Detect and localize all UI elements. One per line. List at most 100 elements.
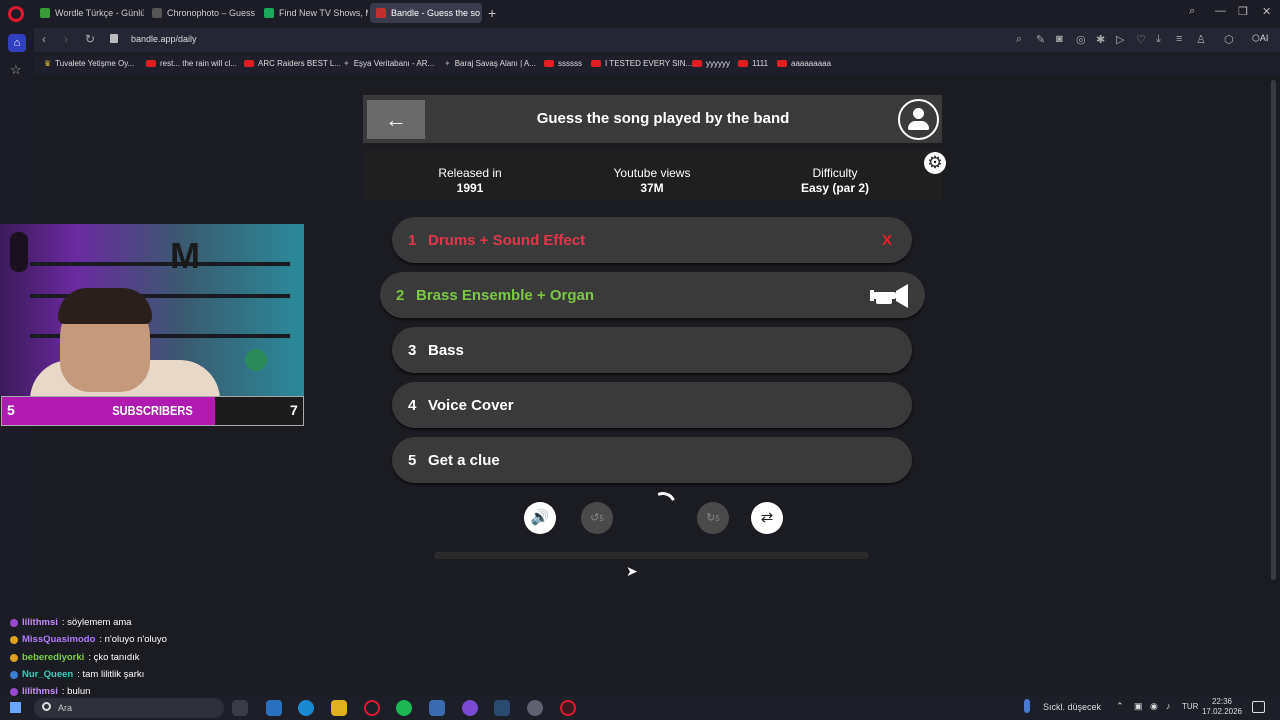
play-icon[interactable]: ▷: [1116, 33, 1124, 46]
clue-row-3[interactable]: 3 Bass: [392, 327, 912, 373]
ai-button[interactable]: ⬡AI: [1252, 33, 1268, 44]
youtube-icon: [692, 60, 702, 67]
steam-icon[interactable]: [494, 700, 510, 716]
figurine: [245, 349, 267, 371]
clue-label: Drums + Sound Effect: [428, 231, 586, 249]
clue-row-5[interactable]: 5 Get a clue: [392, 437, 912, 483]
close-icon[interactable]: ✕: [1262, 5, 1271, 18]
playback-progress-bar[interactable]: [434, 552, 869, 559]
bookmark-item[interactable]: ✦ Eşya Veritabanı - AR...: [343, 59, 434, 68]
download-icon[interactable]: ⤓: [1156, 33, 1161, 46]
windows-start-icon[interactable]: [10, 702, 21, 713]
menu-icon[interactable]: ≡: [1176, 33, 1182, 45]
forward-button[interactable]: ↻5: [697, 502, 729, 534]
opera-gx-icon[interactable]: [364, 700, 380, 716]
site-icon: ✦: [444, 59, 451, 68]
user-icon: [913, 108, 924, 119]
youtube-icon: [146, 60, 156, 67]
app-icon[interactable]: [266, 700, 282, 716]
wordle-favicon-icon: [40, 8, 50, 18]
youtube-icon: [591, 60, 601, 67]
bookmark-item[interactable]: ✦ Baraj Savaş Alanı | A...: [444, 59, 536, 68]
new-tab-icon[interactable]: +: [488, 5, 496, 21]
account-icon[interactable]: ♙: [1196, 33, 1206, 46]
clue-row-2[interactable]: 2 Brass Ensemble + Organ: [380, 272, 925, 318]
chat-badge-icon: [10, 687, 18, 696]
tab-search-icon[interactable]: ⌕: [1189, 5, 1195, 18]
volume-icon[interactable]: ♪: [1166, 701, 1171, 711]
clue-number: 5: [408, 451, 417, 469]
tray-chevron-icon[interactable]: ⌃: [1116, 701, 1124, 712]
tab-tvshows[interactable]: Find New TV Shows, Mov: [258, 3, 368, 23]
extension-icon[interactable]: ✱: [1096, 33, 1105, 46]
difficulty-value: Easy (par 2): [800, 181, 870, 195]
rewind-label: 5: [599, 514, 604, 523]
rewind-button[interactable]: ↺5: [581, 502, 613, 534]
bookmark-item[interactable]: ♛ Tuvalete Yetişme Oy...: [44, 59, 134, 68]
bookmark-item[interactable]: yyyyyy: [692, 59, 730, 68]
spotify-icon[interactable]: [396, 700, 412, 716]
tab-bandle[interactable]: Bandle - Guess the so: [370, 3, 482, 23]
bookmark-item[interactable]: ssssss: [544, 59, 582, 68]
clue-row-1[interactable]: 1 Drums + Sound Effect X: [392, 217, 912, 263]
edge-icon[interactable]: [298, 700, 314, 716]
bookmark-item[interactable]: rest... the rain will cl...: [146, 59, 237, 68]
zoom-icon[interactable]: ⌕: [1016, 33, 1022, 46]
bookmark-item[interactable]: I TESTED EVERY SIN...: [591, 59, 692, 68]
clock-time: 22:36: [1211, 697, 1233, 706]
tab-chronophoto[interactable]: Chronophoto – Guess the: [146, 3, 256, 23]
opera-icon[interactable]: [560, 700, 576, 716]
home-icon[interactable]: ⌂: [8, 34, 26, 52]
scrollbar-thumb[interactable]: [1271, 80, 1276, 580]
views-label: Youtube views: [613, 166, 691, 180]
language-indicator[interactable]: TUR: [1182, 702, 1198, 711]
camera-icon[interactable]: ◙: [1056, 33, 1063, 45]
user-icon-body: [908, 121, 929, 130]
app-icon[interactable]: [527, 700, 543, 716]
heart-icon[interactable]: ♡: [1136, 33, 1146, 46]
forward-label: 5: [715, 514, 720, 523]
bookmark-item[interactable]: ARC Raiders BEST L...: [244, 59, 341, 68]
clock-date: 17.02.2026: [1201, 707, 1243, 716]
forward-nav-icon[interactable]: ›: [64, 32, 68, 46]
tray-app-icon[interactable]: ▣: [1134, 701, 1143, 712]
clock[interactable]: 22:36 17.02.2026: [1200, 697, 1244, 717]
trumpet-icon: [870, 284, 908, 308]
maximize-icon[interactable]: ❐: [1238, 5, 1248, 18]
volume-button[interactable]: 🔊: [524, 502, 556, 534]
reload-icon[interactable]: ↻: [85, 32, 95, 46]
gear-icon[interactable]: ⚙: [924, 152, 946, 174]
tv-favicon-icon: [264, 8, 274, 18]
app-icon[interactable]: [462, 700, 478, 716]
opera-logo-icon[interactable]: [8, 6, 24, 22]
clue-number: 1: [408, 231, 417, 249]
clue-row-4[interactable]: 4 Voice Cover: [392, 382, 912, 428]
search-icon: [42, 702, 51, 711]
edit-icon[interactable]: ✎: [1036, 33, 1045, 46]
url-field[interactable]: bandle.app/daily: [131, 34, 197, 44]
profile-button[interactable]: [898, 99, 939, 140]
skip-button[interactable]: ⇄: [751, 502, 783, 534]
bookmark-item[interactable]: aaaaaaaaa: [777, 59, 831, 68]
youtube-icon: [244, 60, 254, 67]
bookmark-item[interactable]: 1111: [738, 59, 768, 68]
star-icon[interactable]: ☆: [10, 62, 22, 78]
bandle-favicon-icon: [376, 8, 386, 18]
minimize-icon[interactable]: —: [1215, 5, 1226, 17]
network-icon[interactable]: ◉: [1150, 701, 1158, 712]
vpn-icon[interactable]: ◎: [1076, 33, 1086, 46]
app-icon[interactable]: [429, 700, 445, 716]
back-nav-icon[interactable]: ‹: [42, 32, 46, 46]
tab-wordle[interactable]: Wordle Türkçe - Günlük K: [34, 3, 144, 23]
clue-label: Bass: [428, 341, 464, 359]
weather-icon: [1024, 699, 1030, 713]
chat-badge-icon: [10, 670, 18, 679]
clue-label: Brass Ensemble + Organ: [416, 286, 594, 304]
chat-badge-icon: [10, 618, 18, 627]
file-explorer-icon[interactable]: [331, 700, 347, 716]
back-button[interactable]: ←: [367, 100, 425, 139]
cube-icon[interactable]: ⬡: [1224, 33, 1234, 46]
weather-text[interactable]: Sıckl. düşecek: [1043, 702, 1101, 712]
task-view-icon[interactable]: [232, 700, 248, 716]
notification-icon[interactable]: [1252, 701, 1265, 713]
